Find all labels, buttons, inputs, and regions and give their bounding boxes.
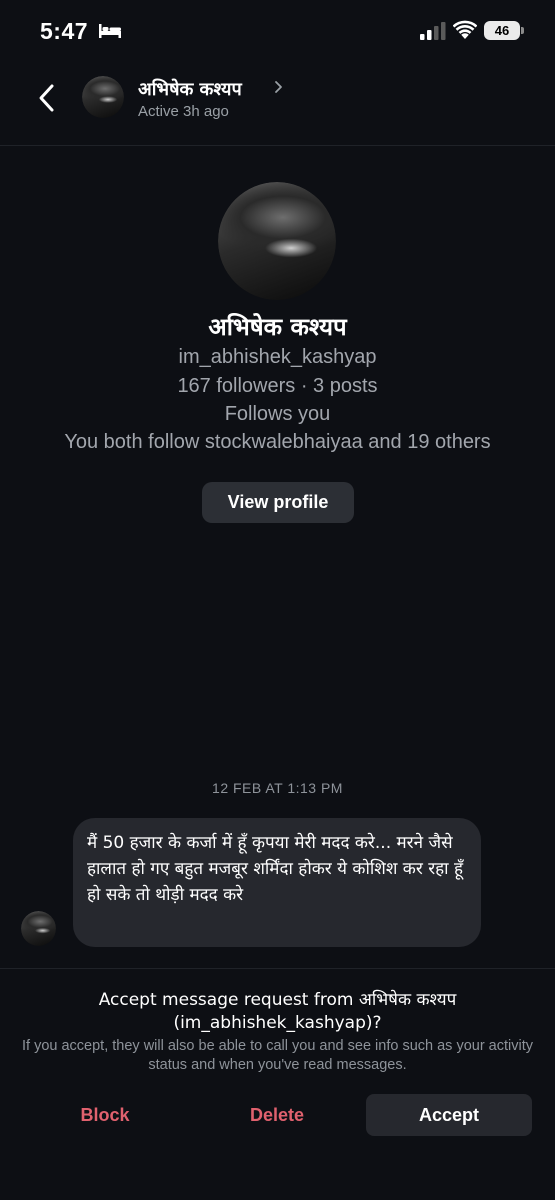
- delete-button[interactable]: Delete: [230, 1097, 324, 1133]
- profile-avatar[interactable]: [218, 182, 336, 300]
- wifi-icon: [453, 20, 477, 39]
- status-bar: 5:47 46: [0, 0, 555, 60]
- request-title: Accept message request from अभिषेक कश्यप…: [40, 989, 515, 1035]
- header-name[interactable]: अभिषेक कश्यप: [138, 77, 242, 101]
- accept-button[interactable]: Accept: [366, 1094, 532, 1136]
- message-avatar: [21, 911, 56, 946]
- back-chevron-icon[interactable]: [32, 80, 62, 116]
- request-title-line2: (im_abhishek_kashyap)?: [173, 1013, 382, 1033]
- profile-stats: 167 followers · 3 posts: [177, 375, 378, 397]
- message-timestamp: 12 FEB AT 1:13 PM: [212, 780, 343, 796]
- chevron-right-icon[interactable]: [273, 78, 285, 96]
- message-bubble[interactable]: मैं 50 हजार के कर्जा में हूँ कृपया मेरी …: [73, 818, 481, 947]
- status-time: 5:47: [40, 18, 89, 44]
- view-profile-button[interactable]: View profile: [202, 482, 354, 523]
- bed-icon: [99, 24, 121, 38]
- request-info: If you accept, they will also be able to…: [22, 1038, 533, 1073]
- follows-you-label: Follows you: [224, 403, 331, 425]
- battery-tip: [521, 27, 524, 34]
- signal-icon: [420, 22, 446, 40]
- chat-header: अभिषेक कश्यप Active 3h ago: [0, 62, 555, 146]
- block-button[interactable]: Block: [60, 1097, 150, 1133]
- profile-username: im_abhishek_kashyap: [178, 346, 377, 368]
- request-title-line1: Accept message request from अभिषेक कश्यप: [98, 990, 457, 1010]
- mutual-followers: You both follow stockwalebhaiyaa and 19 …: [64, 431, 491, 453]
- battery-icon: 46: [484, 21, 520, 40]
- message-request-panel: Accept message request from अभिषेक कश्यप…: [0, 968, 555, 1200]
- avatar[interactable]: [82, 76, 124, 118]
- profile-name: अभिषेक कश्यप: [208, 313, 347, 341]
- active-status: Active 3h ago: [138, 103, 229, 120]
